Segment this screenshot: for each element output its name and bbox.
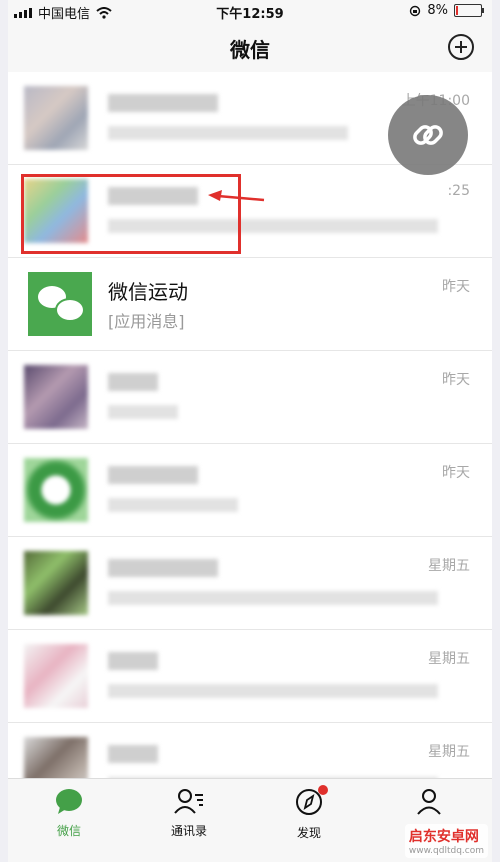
blurred-name — [108, 652, 158, 670]
tab-discover[interactable]: 发现 — [264, 785, 354, 841]
chat-time: 昨天 — [442, 279, 470, 295]
me-icon — [417, 789, 441, 815]
tab-contacts[interactable]: 通讯录 — [144, 787, 234, 839]
blurred-name — [108, 466, 198, 484]
chat-row[interactable]: 昨天 — [8, 444, 492, 537]
tab-label: 微信 — [56, 824, 81, 838]
blurred-message — [108, 591, 438, 605]
chat-time: 星期五 — [428, 558, 470, 574]
nav-bar: 微信 — [8, 22, 492, 73]
rotation-lock-icon — [410, 5, 421, 16]
chat-time: 昨天 — [442, 465, 470, 481]
avatar — [24, 551, 88, 615]
battery-icon — [454, 4, 484, 17]
battery-percent: 8% — [427, 3, 448, 18]
notification-dot — [318, 785, 328, 795]
chat-row[interactable]: 星期五 — [8, 630, 492, 723]
watermark-url: www.qdltdq.com — [408, 846, 484, 856]
floating-link-button[interactable] — [388, 95, 468, 175]
chat-row[interactable]: 星期五 — [8, 537, 492, 630]
chat-time: 昨天 — [442, 372, 470, 388]
blurred-message — [108, 126, 348, 140]
blurred-message — [108, 684, 438, 698]
chat-message: [应用消息] — [108, 312, 185, 331]
blurred-name — [108, 94, 218, 112]
avatar — [24, 86, 88, 150]
add-plus-icon[interactable] — [448, 34, 474, 60]
avatar — [24, 458, 88, 522]
arrow-annotation-icon — [208, 190, 265, 202]
chat-time: :25 — [447, 183, 470, 199]
avatar — [24, 644, 88, 708]
avatar — [24, 365, 88, 429]
status-bar: 中国电信 下午12:59 8% — [8, 0, 492, 22]
chat-row-wechat-sport[interactable]: 微信运动 [应用消息] 昨天 — [8, 258, 492, 351]
watermark-title: 启东安卓网 — [408, 829, 479, 845]
blurred-name — [108, 373, 158, 391]
chat-row[interactable]: 昨天 — [8, 351, 492, 444]
link-icon — [413, 125, 443, 145]
blurred-message — [108, 498, 238, 512]
contacts-icon — [174, 789, 203, 814]
chat-name: 微信运动 — [108, 280, 188, 304]
tab-label: 发现 — [296, 826, 321, 840]
highlight-box — [21, 174, 241, 254]
chat-bubble-icon — [56, 789, 82, 814]
blurred-name — [108, 559, 218, 577]
battery-fill — [456, 6, 458, 15]
blurred-name — [108, 745, 158, 763]
page-title: 微信 — [230, 38, 270, 62]
blurred-message — [108, 405, 178, 419]
tab-me[interactable] — [384, 787, 474, 822]
chat-time: 星期五 — [428, 651, 470, 667]
phone-screen: 中国电信 下午12:59 8% 微信:25 微信运动 [应用消息] 昨天 昨天… — [8, 0, 492, 862]
chat-time: 星期五 — [428, 744, 470, 760]
tab-label: 通讯录 — [170, 824, 207, 838]
tab-chats[interactable]: 微信 — [24, 787, 114, 839]
watermark-logo: 启东安卓网 www.qdltdq.com — [404, 824, 488, 858]
wechat-sport-avatar — [28, 272, 92, 336]
